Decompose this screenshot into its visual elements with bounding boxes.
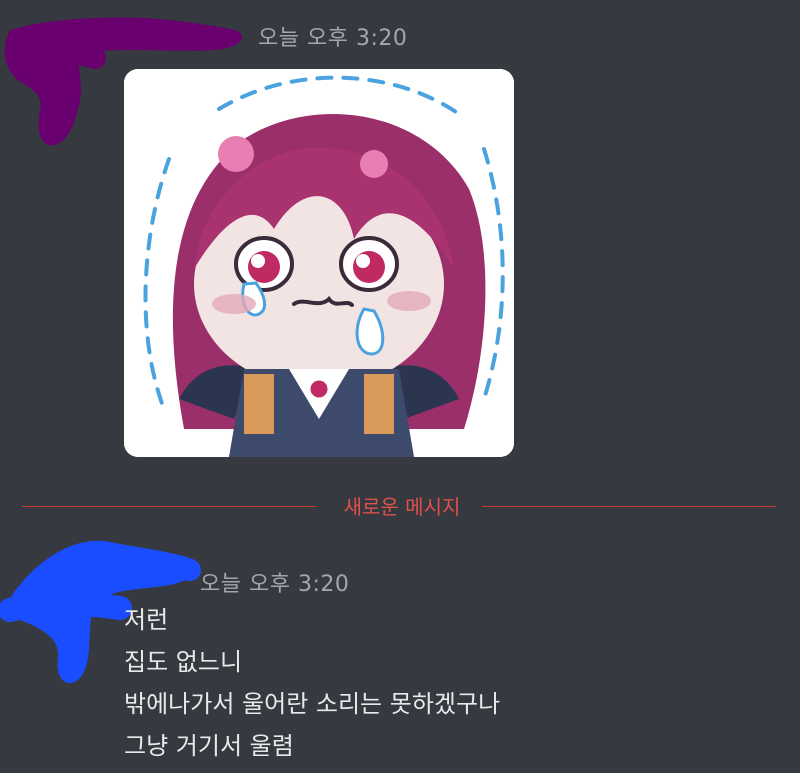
- message-content: 저런 집도 없느니 밖에나가서 울어란 소리는 못하겠구나 그냥 거기서 울렴: [124, 599, 500, 767]
- message-line: 집도 없느니: [124, 648, 243, 676]
- chat-area: 오늘 오후 3:20 새로운 메시지 오늘 오후 3:20 저런 집도 없느니 …: [0, 0, 800, 773]
- message-timestamp: 오늘 오후 3:20: [200, 572, 350, 597]
- divider-line-left: [22, 506, 316, 507]
- message-line: 저런: [124, 606, 169, 634]
- new-messages-divider: 새로운 메시지: [22, 495, 776, 519]
- divider-line-right: [482, 506, 776, 507]
- message-timestamp: 오늘 오후 3:20: [258, 26, 408, 51]
- crying-vampire-girl-sticker-icon: [124, 69, 514, 457]
- new-messages-label: 새로운 메시지: [343, 495, 461, 519]
- message-line: 밖에나가서 울어란 소리는 못하겠구나: [124, 690, 501, 718]
- sticker-image[interactable]: [124, 69, 514, 457]
- message-line: 그냥 거기서 울렴: [124, 732, 294, 760]
